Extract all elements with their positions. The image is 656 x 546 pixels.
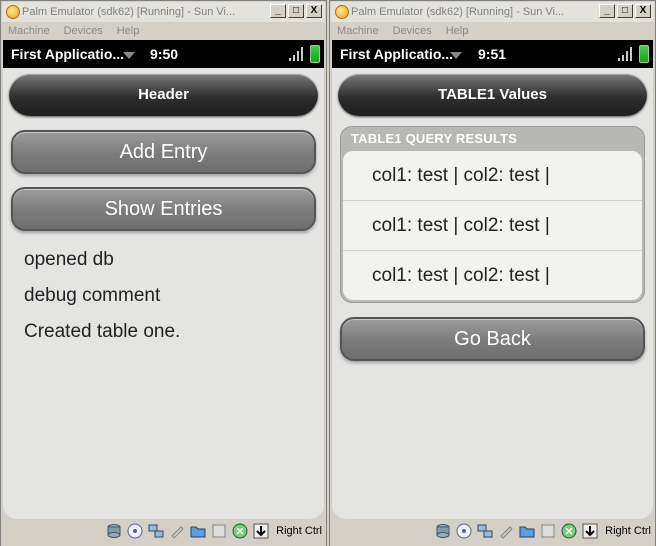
- vm-status-bar: Right Ctrl: [330, 519, 655, 546]
- add-entry-button[interactable]: Add Entry: [11, 130, 316, 174]
- optical-drive-icon[interactable]: [456, 523, 472, 539]
- virtualbox-app-icon: [335, 5, 349, 19]
- minimize-button[interactable]: _: [599, 4, 615, 18]
- minimize-button[interactable]: _: [270, 4, 286, 18]
- log-line: Created table one.: [24, 321, 181, 342]
- page-header: TABLE1 Values: [338, 74, 647, 116]
- list-item[interactable]: col1: test | col2: test |: [343, 151, 642, 201]
- shared-folders-icon[interactable]: [519, 523, 535, 539]
- menu-machine[interactable]: Machine: [337, 22, 379, 40]
- page-header: Header: [9, 74, 318, 116]
- close-button[interactable]: X: [306, 4, 322, 18]
- chevron-down-icon[interactable]: [450, 52, 462, 59]
- emulator-window-left: Palm Emulator (sdk62) [Running] - Sun Vi…: [0, 0, 327, 546]
- hard-disk-icon[interactable]: [435, 523, 451, 539]
- window-titlebar[interactable]: Palm Emulator (sdk62) [Running] - Sun Vi…: [2, 2, 325, 22]
- query-results-group: TABLE1 QUERY RESULTS col1: test | col2: …: [340, 126, 645, 303]
- host-key-arrow-icon: [582, 523, 598, 539]
- vm-status-bar: Right Ctrl: [1, 519, 326, 546]
- menubar: Machine Devices Help: [331, 22, 654, 40]
- menu-help[interactable]: Help: [117, 22, 140, 40]
- app-menu[interactable]: First Applicatio...: [340, 46, 453, 62]
- signal-icon: [618, 47, 632, 61]
- chevron-down-icon[interactable]: [123, 52, 135, 59]
- maximize-button[interactable]: □: [288, 4, 304, 18]
- display-icon[interactable]: [540, 523, 556, 539]
- clock: 9:51: [478, 46, 507, 62]
- usb-icon[interactable]: [169, 523, 185, 539]
- window-title: Palm Emulator (sdk62) [Running] - Sun Vi…: [22, 6, 236, 18]
- device-screen: First Applicatio... 9:51 TABLE1 Values T…: [332, 40, 653, 519]
- log-line: debug comment: [24, 285, 161, 306]
- menu-devices[interactable]: Devices: [64, 22, 103, 40]
- device-status-bar: First Applicatio... 9:50: [3, 40, 324, 68]
- shared-folders-icon[interactable]: [190, 523, 206, 539]
- signal-icon: [289, 47, 303, 61]
- menubar: Machine Devices Help: [2, 22, 325, 40]
- window-title: Palm Emulator (sdk62) [Running] - Sun Vi…: [351, 6, 565, 18]
- battery-icon: [310, 45, 320, 63]
- device-screen: First Applicatio... 9:50 Header Add Entr…: [3, 40, 324, 519]
- list-item[interactable]: col1: test | col2: test |: [343, 251, 642, 300]
- menu-help[interactable]: Help: [446, 22, 469, 40]
- list-item[interactable]: col1: test | col2: test |: [343, 201, 642, 251]
- show-entries-button[interactable]: Show Entries: [11, 187, 316, 231]
- optical-drive-icon[interactable]: [127, 523, 143, 539]
- network-icon[interactable]: [148, 523, 164, 539]
- app-menu[interactable]: First Applicatio...: [11, 46, 124, 62]
- virtualbox-app-icon: [6, 5, 20, 19]
- device-status-bar: First Applicatio... 9:51: [332, 40, 653, 68]
- window-titlebar[interactable]: Palm Emulator (sdk62) [Running] - Sun Vi…: [331, 2, 654, 22]
- hard-disk-icon[interactable]: [106, 523, 122, 539]
- menu-machine[interactable]: Machine: [8, 22, 50, 40]
- usb-icon[interactable]: [498, 523, 514, 539]
- emulator-window-right: Palm Emulator (sdk62) [Running] - Sun Vi…: [329, 0, 656, 546]
- host-key-label: Right Ctrl: [605, 525, 651, 537]
- close-button[interactable]: X: [635, 4, 651, 18]
- display-icon[interactable]: [211, 523, 227, 539]
- results-list: col1: test | col2: test | col1: test | c…: [343, 151, 642, 300]
- mouse-integration-icon[interactable]: [232, 523, 248, 539]
- maximize-button[interactable]: □: [617, 4, 633, 18]
- clock: 9:50: [150, 46, 179, 62]
- results-title: TABLE1 QUERY RESULTS: [351, 131, 518, 146]
- mouse-integration-icon[interactable]: [561, 523, 577, 539]
- go-back-button[interactable]: Go Back: [340, 317, 645, 361]
- host-key-label: Right Ctrl: [276, 525, 322, 537]
- log-line: opened db: [24, 249, 114, 270]
- menu-devices[interactable]: Devices: [393, 22, 432, 40]
- network-icon[interactable]: [477, 523, 493, 539]
- battery-icon: [639, 45, 649, 63]
- host-key-arrow-icon: [253, 523, 269, 539]
